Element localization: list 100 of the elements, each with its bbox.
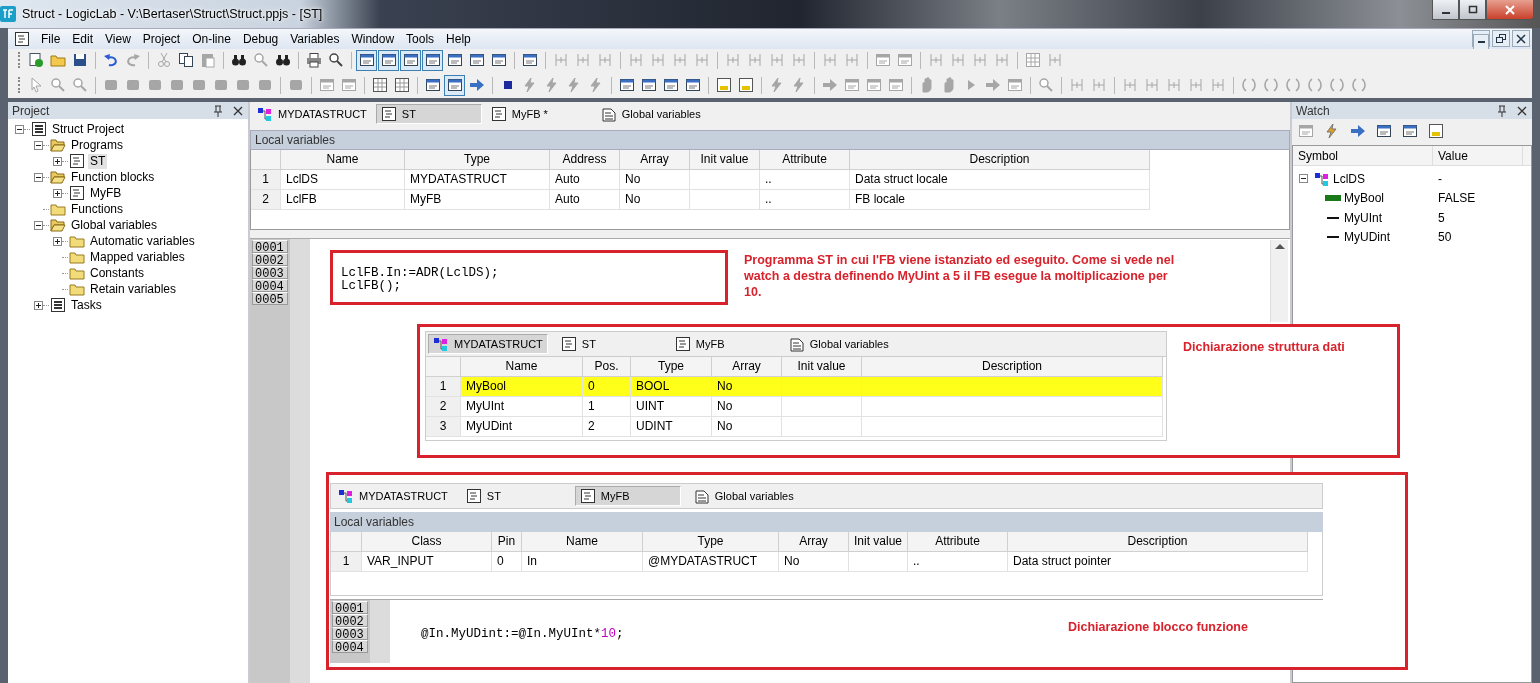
- close-button[interactable]: [1486, 0, 1534, 20]
- column-header[interactable]: Type: [643, 532, 779, 552]
- column-header[interactable]: Attribute: [760, 150, 850, 170]
- tree-item[interactable]: Programs: [69, 137, 125, 153]
- editor-tab[interactable]: MyFB *: [485, 104, 592, 124]
- collapse-icon[interactable]: [34, 220, 43, 230]
- window-icon[interactable]: [400, 49, 421, 71]
- collapse-icon[interactable]: [15, 124, 24, 134]
- column-header[interactable]: Value: [1433, 146, 1523, 165]
- column-header[interactable]: Pos.: [583, 357, 631, 377]
- tree-item[interactable]: Automatic variables: [88, 233, 197, 249]
- editor-tab[interactable]: ST: [555, 334, 662, 354]
- editor-tab[interactable]: MyFB: [669, 334, 776, 354]
- window-icon[interactable]: [422, 49, 443, 71]
- tree-item[interactable]: Function blocks: [69, 169, 157, 185]
- maximize-button[interactable]: [1459, 0, 1486, 20]
- editor-tab[interactable]: MYDATASTRUCT: [428, 334, 548, 354]
- table-cell: MyFB: [410, 192, 442, 206]
- window-icon[interactable]: [378, 49, 399, 71]
- expand-icon[interactable]: [34, 300, 43, 310]
- expand-icon[interactable]: [53, 156, 62, 166]
- editor-tab[interactable]: ST: [375, 104, 482, 124]
- annotation-text: Dichiarazione blocco funzione: [1068, 619, 1248, 635]
- column-header[interactable]: Symbol: [1293, 146, 1433, 165]
- column-header[interactable]: Description: [1008, 532, 1308, 552]
- menu-item[interactable]: Variables: [284, 29, 346, 48]
- editor-tab[interactable]: MYDATASTRUCT: [252, 104, 372, 124]
- symbol-name[interactable]: LclDS: [1333, 171, 1365, 186]
- column-header[interactable]: Array: [779, 532, 849, 552]
- editor-tab[interactable]: MyFB: [574, 486, 681, 506]
- open-folder-icon: [50, 137, 66, 153]
- expand-icon[interactable]: [53, 188, 62, 198]
- document-stack-icon: [788, 336, 805, 352]
- editor-tab[interactable]: Global variables: [783, 334, 894, 354]
- window-icon[interactable]: [356, 49, 377, 71]
- column-header[interactable]: Pin: [492, 532, 522, 552]
- collapse-icon[interactable]: [34, 140, 43, 150]
- symbol-name[interactable]: MyUDint: [1344, 230, 1390, 245]
- column-header[interactable]: Class: [362, 532, 492, 552]
- column-header[interactable]: Array: [712, 357, 782, 377]
- menu-item[interactable]: File: [35, 29, 67, 48]
- column-header[interactable]: Description: [862, 357, 1163, 377]
- menu-item[interactable]: Tools: [400, 29, 441, 48]
- menu-item[interactable]: Help: [440, 29, 477, 48]
- table-cell: 0: [497, 554, 504, 568]
- column-header[interactable]: Description: [850, 150, 1150, 170]
- menu-item[interactable]: On-line: [186, 29, 237, 48]
- menu-item[interactable]: Window: [345, 29, 401, 48]
- toolbar-grip[interactable]: [18, 77, 21, 94]
- tree-item[interactable]: ST: [88, 153, 108, 169]
- section-title: Local variables: [255, 133, 336, 147]
- column-header[interactable]: Name: [461, 357, 583, 377]
- tree-item[interactable]: Struct Project: [50, 121, 127, 137]
- editor-tab[interactable]: Global variables: [688, 486, 799, 506]
- tree-item[interactable]: Constants: [88, 265, 147, 281]
- table-row[interactable]: 3 MyUDint 2 UDINT No: [426, 417, 1166, 437]
- collapse-icon[interactable]: [34, 172, 43, 182]
- column-header[interactable]: Name: [522, 532, 643, 552]
- collapse-icon[interactable]: [1299, 174, 1308, 184]
- column-header[interactable]: Type: [405, 150, 550, 170]
- symbol-name[interactable]: MyUInt: [1344, 210, 1382, 225]
- value-text: FALSE: [1437, 191, 1476, 206]
- column-header[interactable]: Attribute: [908, 532, 1008, 552]
- tree-item[interactable]: Retain variables: [88, 281, 179, 297]
- value-text: 50: [1437, 230, 1452, 245]
- restore-button[interactable]: [1492, 30, 1510, 48]
- menu-item[interactable]: Project: [136, 29, 187, 48]
- column-header[interactable]: Init value: [690, 150, 760, 170]
- scrollbar[interactable]: [1270, 240, 1288, 322]
- table-row[interactable]: 1 MyBool 0 BOOL No: [426, 377, 1163, 397]
- column-header[interactable]: Init value: [849, 532, 908, 552]
- symbol-name[interactable]: MyBool: [1344, 191, 1384, 206]
- toolbar-grip[interactable]: [18, 52, 21, 69]
- window-icon[interactable]: [444, 74, 465, 96]
- table-row[interactable]: 2 MyUInt 1 UINT No: [426, 397, 1166, 417]
- minimize-button[interactable]: [1432, 0, 1459, 20]
- column-header[interactable]: Address: [550, 150, 620, 170]
- menu-item[interactable]: Debug: [236, 29, 285, 48]
- editor-tab[interactable]: Global variables: [595, 104, 706, 124]
- tree-item[interactable]: Functions: [69, 201, 126, 217]
- table-cell: No: [625, 172, 641, 186]
- column-header[interactable]: Name: [281, 150, 405, 170]
- tree-item[interactable]: Tasks: [69, 297, 104, 313]
- document-stack-icon: [693, 488, 710, 504]
- tree-item[interactable]: Mapped variables: [88, 249, 187, 265]
- menu-item[interactable]: Edit: [66, 29, 100, 48]
- editor-tab[interactable]: ST: [460, 486, 567, 506]
- tree-item[interactable]: Global variables: [69, 217, 160, 233]
- menu-item[interactable]: View: [99, 29, 137, 48]
- minimize-button[interactable]: [1472, 30, 1490, 48]
- close-button[interactable]: [1512, 30, 1530, 48]
- column-header[interactable]: Array: [620, 150, 690, 170]
- editor-tab[interactable]: MYDATASTRUCT: [333, 486, 453, 506]
- expand-icon[interactable]: [53, 236, 62, 246]
- column-header[interactable]: Init value: [782, 357, 862, 377]
- column-header[interactable]: Type: [631, 357, 712, 377]
- line-number: 0004: [252, 279, 288, 292]
- folder-icon: [69, 265, 85, 281]
- code-line: LclFB();: [341, 279, 401, 293]
- tree-item[interactable]: MyFB: [88, 185, 124, 201]
